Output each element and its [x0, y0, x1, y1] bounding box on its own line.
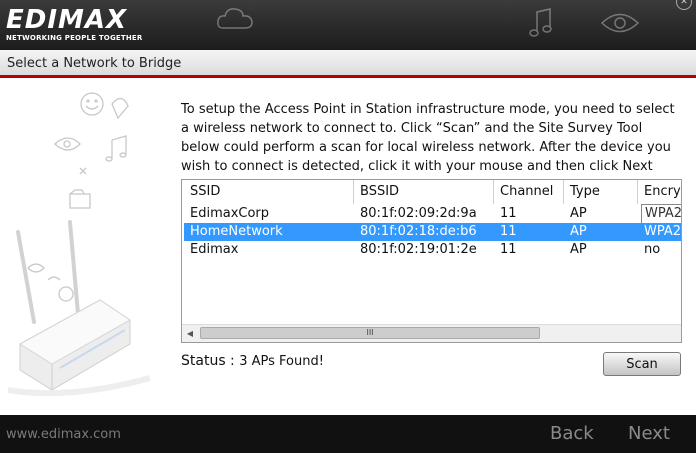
column-header-bssid[interactable]: BSSID [354, 180, 494, 204]
cell-bssid: 80:1f:02:18:de:b6 [360, 224, 477, 239]
page-title: Select a Network to Bridge [7, 56, 182, 71]
cell-type: AP [570, 242, 587, 257]
logo-tagline: NETWORKING PEOPLE TOGETHER [6, 34, 143, 42]
column-header-channel[interactable]: Channel [494, 180, 564, 204]
column-header-ssid[interactable]: SSID [184, 180, 354, 204]
header-bar: EDIMAX NETWORKING PEOPLE TOGETHER ✕ [0, 0, 696, 50]
cell-channel: 11 [500, 206, 517, 221]
table-row[interactable]: EdimaxCorp 80:1f:02:09:2d:9a 11 AP [184, 205, 681, 223]
column-header-encryption[interactable]: Encry [638, 180, 681, 204]
encryption-tooltip: WPA2-P [641, 204, 681, 224]
status-value: 3 APs Found! [239, 354, 324, 369]
cell-encryption: no [644, 242, 661, 257]
cell-channel: 11 [500, 242, 517, 257]
scroll-thumb[interactable]: III [200, 327, 540, 339]
table-header: SSID BSSID Channel Type Encry [182, 180, 681, 204]
cell-type: AP [570, 206, 587, 221]
cell-type: AP [570, 224, 587, 239]
cell-ssid: HomeNetwork [190, 224, 283, 239]
music-note-icon [529, 8, 552, 37]
footer-url: www.edimax.com [6, 427, 121, 442]
footer-bar: www.edimax.com Back Next [0, 415, 696, 453]
cloud-icon [217, 8, 253, 29]
table-row[interactable]: Edimax 80:1f:02:19:01:2e 11 AP no [184, 241, 681, 259]
scroll-left-icon[interactable]: ◀ [182, 325, 198, 342]
instructions-text: To setup the Access Point in Station inf… [181, 102, 675, 174]
scan-button[interactable]: Scan [603, 352, 681, 376]
status-label: Status : [181, 353, 235, 369]
next-button[interactable]: Next [628, 423, 670, 444]
close-icon[interactable]: ✕ [676, 0, 692, 10]
column-header-type[interactable]: Type [564, 180, 638, 204]
subheader-bar: Select a Network to Bridge [0, 50, 696, 78]
edimax-logo: EDIMAX NETWORKING PEOPLE TOGETHER [6, 7, 142, 42]
table-row-selected[interactable]: HomeNetwork 80:1f:02:18:de:b6 11 AP WPA2 [184, 223, 682, 241]
cell-ssid: EdimaxCorp [190, 206, 270, 221]
horizontal-scrollbar[interactable]: ◀ III [182, 324, 681, 342]
access-point-illustration [7, 92, 151, 397]
back-button[interactable]: Back [550, 423, 594, 444]
cell-bssid: 80:1f:02:19:01:2e [360, 242, 477, 257]
logo-wordmark: EDIMAX [6, 5, 128, 35]
site-survey-table[interactable]: SSID BSSID Channel Type Encry EdimaxCorp… [181, 179, 682, 343]
cell-bssid: 80:1f:02:09:2d:9a [360, 206, 477, 221]
cell-encryption: WPA2 [644, 224, 682, 239]
eye-icon [600, 13, 640, 33]
cell-channel: 11 [500, 224, 517, 239]
cell-ssid: Edimax [190, 242, 239, 257]
status-line: Status : 3 APs Found! [181, 353, 324, 369]
